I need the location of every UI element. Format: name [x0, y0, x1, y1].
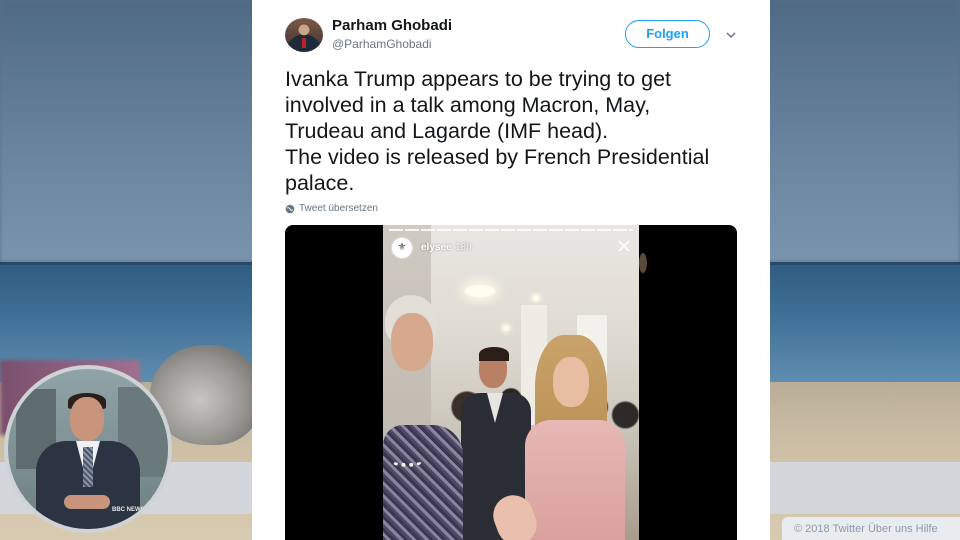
- instagram-story-frame: ⚜ elysee 18h: [383, 225, 639, 540]
- video-scene-spotlight: [533, 295, 539, 301]
- tweet-card: Parham Ghobadi @ParhamGhobadi Folgen Iva…: [252, 0, 770, 540]
- video-person-jacket: [383, 425, 463, 540]
- news-presenter-inset: BBC NEWS: [4, 365, 172, 533]
- translate-tweet-link[interactable]: Tweet übersetzen: [285, 203, 378, 214]
- tweet-text-line: involved in a talk among Macron, May,: [285, 93, 651, 117]
- presenter-tie: [83, 447, 93, 487]
- tweet-video[interactable]: ⚜ elysee 18h: [285, 225, 737, 540]
- video-person-head: [553, 357, 589, 407]
- story-timestamp: 18h: [455, 242, 472, 253]
- video-person-head: [391, 313, 433, 371]
- video-scene-spotlight: [503, 325, 509, 331]
- broadcaster-logo: BBC NEWS: [112, 507, 145, 513]
- presenter-hands: [64, 495, 110, 509]
- tweet-text-line: Trudeau and Lagarde (IMF head).: [285, 119, 609, 143]
- author-avatar[interactable]: [285, 18, 323, 52]
- video-scene-light: [465, 285, 495, 297]
- close-icon[interactable]: [617, 239, 631, 253]
- tweet-text-line: palace.: [285, 171, 355, 195]
- author-handle[interactable]: @ParhamGhobadi: [332, 37, 432, 51]
- video-edge-detail: [639, 253, 647, 273]
- background-page-band-right: [770, 462, 960, 514]
- video-person-necklace: [391, 455, 423, 467]
- story-username: elysee: [421, 242, 452, 253]
- story-progress-bar: [389, 229, 633, 231]
- presenter-head: [70, 397, 104, 441]
- video-person-dress: [525, 420, 625, 540]
- globe-icon: [285, 204, 295, 213]
- author-name[interactable]: Parham Ghobadi: [332, 17, 452, 34]
- follow-button[interactable]: Folgen: [625, 20, 710, 48]
- footer-links: © 2018 Twitter Über uns Hilfe: [782, 517, 960, 540]
- translate-label: Tweet übersetzen: [299, 203, 378, 214]
- story-avatar: ⚜: [391, 237, 413, 259]
- chevron-down-icon[interactable]: [724, 28, 738, 42]
- tweet-text-line: The video is released by French Presiden…: [285, 145, 710, 169]
- tweet-text: Ivanka Trump appears to be trying to get…: [285, 66, 745, 196]
- tweet-text-line: Ivanka Trump appears to be trying to get: [285, 67, 672, 91]
- video-person-hair: [479, 347, 509, 361]
